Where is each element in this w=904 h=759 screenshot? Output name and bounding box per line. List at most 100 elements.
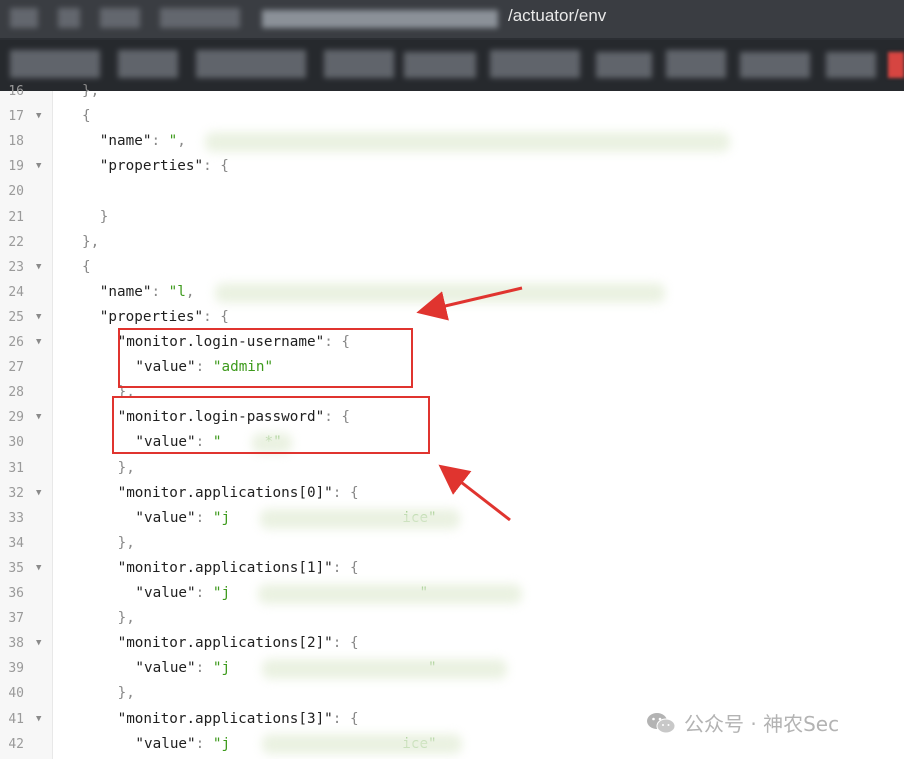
code-text: "name": "l, — [100, 280, 195, 305]
redacted-block — [100, 8, 140, 28]
json-punct: } — [99, 208, 109, 225]
redacted-block — [58, 8, 80, 28]
json-punct: }, — [117, 459, 135, 476]
redaction-smear — [215, 283, 665, 303]
tab-strip: /actuator/env — [0, 0, 904, 38]
highlight-password-box — [112, 396, 430, 454]
line-number: 38 — [8, 636, 24, 652]
line-number: 40 — [8, 686, 24, 702]
code-line: 34}, — [0, 531, 904, 556]
code-text: }, — [118, 456, 135, 481]
code-text: { — [82, 104, 91, 129]
line-number: 33 — [8, 510, 24, 526]
redacted-block — [404, 52, 476, 78]
redacted-block — [196, 50, 306, 78]
line-number: 20 — [8, 184, 24, 200]
line-number: 25 — [8, 309, 24, 325]
code-line: 38 ▼ "monitor.applications[2]": { — [0, 631, 904, 656]
redacted-block — [666, 50, 726, 78]
watermark-text: 公众号 · 神农Sec — [684, 712, 840, 736]
code-text: }, — [82, 79, 99, 104]
redacted-block — [10, 50, 100, 78]
code-line: 22}, — [0, 230, 904, 255]
line-number: 19 — [8, 159, 24, 175]
fold-toggle-icon[interactable]: ▼ — [36, 330, 41, 355]
line-number: 29 — [8, 410, 24, 426]
code-text: "properties": { — [100, 305, 229, 330]
code-line: 16}, — [0, 79, 904, 104]
watermark: 公众号 · 神农Sec — [646, 708, 839, 737]
line-number: 18 — [8, 134, 24, 150]
code-line: 37}, — [0, 606, 904, 631]
code-line: 23 ▼ { — [0, 255, 904, 280]
redaction-smear — [205, 132, 730, 152]
line-number: 21 — [8, 209, 24, 225]
line-number: 23 — [8, 259, 24, 275]
line-number: 41 — [8, 711, 24, 727]
json-key: "monitor.applications[3]" — [117, 710, 333, 727]
line-number: 37 — [8, 611, 24, 627]
redacted-block — [596, 52, 652, 78]
json-punct: : { — [332, 710, 359, 727]
json-punct: , — [185, 283, 195, 300]
json-punct: }, — [82, 83, 100, 99]
fold-toggle-icon[interactable]: ▼ — [36, 556, 41, 581]
code-line: 40}, — [0, 681, 904, 706]
redacted-block — [490, 50, 580, 78]
code-line: 25 ▼ "properties": { — [0, 305, 904, 330]
fold-toggle-icon[interactable]: ▼ — [36, 104, 41, 129]
code-line: 20 — [0, 179, 904, 204]
fold-toggle-icon[interactable]: ▼ — [36, 405, 41, 430]
json-key: "name" — [99, 283, 152, 300]
json-key: "value" — [135, 509, 196, 526]
json-punct: }, — [82, 233, 100, 250]
json-punct: { — [82, 258, 91, 275]
json-punct: : — [195, 735, 213, 752]
line-number: 28 — [8, 385, 24, 401]
code-line: 19 ▼ "properties": { — [0, 154, 904, 179]
json-punct: , — [177, 133, 186, 150]
json-punct: : { — [332, 559, 359, 576]
json-punct: }, — [117, 534, 135, 551]
line-number: 32 — [8, 485, 24, 501]
json-punct: : { — [203, 158, 229, 175]
line-number: 27 — [8, 360, 24, 376]
fold-toggle-icon[interactable]: ▼ — [36, 154, 41, 179]
json-punct: : { — [332, 484, 359, 501]
code-text: { — [82, 255, 91, 280]
json-key: "properties" — [99, 158, 204, 175]
json-punct: : — [195, 585, 213, 601]
json-key: "value" — [135, 735, 196, 752]
extension-icon[interactable] — [888, 52, 904, 78]
line-number: 42 — [8, 736, 24, 752]
url-text[interactable]: /actuator/env — [508, 6, 606, 26]
fold-toggle-icon[interactable]: ▼ — [36, 631, 41, 656]
code-text: "monitor.applications[0]": { — [118, 481, 359, 506]
code-text: "name": ", — [100, 129, 186, 154]
fold-toggle-icon[interactable]: ▼ — [36, 255, 41, 280]
code-text: "monitor.applications[1]": { — [118, 556, 359, 581]
code-text: }, — [82, 230, 99, 255]
redacted-block — [740, 52, 810, 78]
redaction-smear — [260, 509, 460, 529]
json-key: "name" — [99, 133, 152, 150]
fold-toggle-icon[interactable]: ▼ — [36, 707, 41, 732]
json-punct: : { — [332, 635, 359, 652]
line-number: 35 — [8, 560, 24, 576]
json-key: "value" — [135, 585, 196, 601]
json-punct: }, — [117, 610, 135, 627]
fold-toggle-icon[interactable]: ▼ — [36, 305, 41, 330]
code-text: "monitor.applications[3]": { — [118, 707, 359, 732]
code-text: "monitor.applications[2]": { — [118, 631, 359, 656]
code-line: 32 ▼ "monitor.applications[0]": { — [0, 481, 904, 506]
json-key: "monitor.applications[2]" — [117, 635, 333, 652]
line-number: 24 — [8, 284, 24, 300]
json-punct: : — [195, 660, 213, 677]
code-line: 17 ▼ { — [0, 104, 904, 129]
wechat-icon — [647, 712, 676, 733]
json-string: "l — [168, 283, 186, 300]
fold-toggle-icon[interactable]: ▼ — [36, 481, 41, 506]
line-number: 31 — [8, 460, 24, 476]
code-text: } — [100, 205, 109, 230]
json-punct: : { — [203, 308, 229, 325]
